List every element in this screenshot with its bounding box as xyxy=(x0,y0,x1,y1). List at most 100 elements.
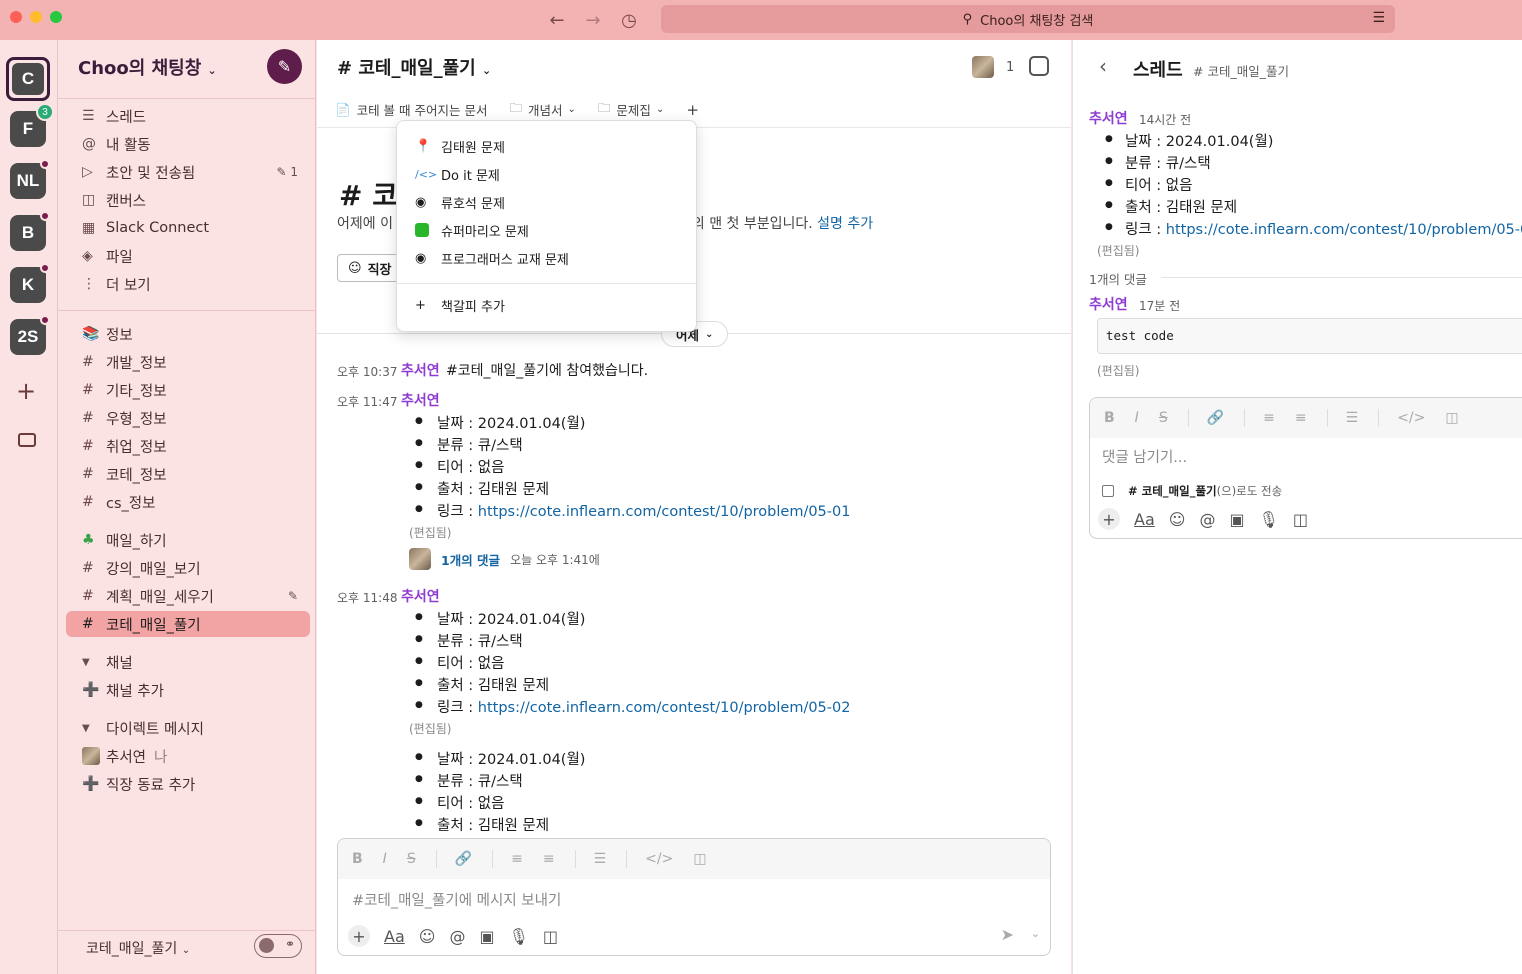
microphone-icon[interactable]: 🎙 xyxy=(509,927,529,946)
sidebar-item-dm-self[interactable]: 추서연 나 xyxy=(66,743,310,769)
strikethrough-icon[interactable]: S xyxy=(1159,410,1168,426)
thread-channel-link[interactable]: # 코테_매일_풀기 xyxy=(1193,61,1289,80)
sidebar-item-channel[interactable]: # 코테_정보 xyxy=(66,461,310,487)
sidebar-item-slack-connect[interactable]: ▦ Slack Connect xyxy=(66,215,310,241)
slash-command-icon[interactable]: ◫ xyxy=(1293,510,1308,529)
bold-icon[interactable]: B xyxy=(1104,410,1115,426)
bold-icon[interactable]: B xyxy=(352,851,363,867)
sidebar-item-channel[interactable]: ♣ 매일_하기 xyxy=(66,527,310,553)
close-window-button[interactable] xyxy=(10,11,22,23)
add-coworker-button[interactable]: ➕ 직장 동료 추가 xyxy=(66,771,310,797)
back-chevron-icon[interactable]: ‹ xyxy=(1099,54,1107,78)
code-block-icon[interactable]: ◫ xyxy=(693,851,706,867)
workspace-nl[interactable]: NL xyxy=(10,159,50,199)
maximize-window-button[interactable] xyxy=(50,11,62,23)
sidebar-item-channel[interactable]: # 우형_정보 xyxy=(66,405,310,431)
bookmark-folder-concepts[interactable]: 🗀 개념서 ⌄ xyxy=(509,99,575,120)
message-timestamp[interactable]: 14시간 전 xyxy=(1139,111,1191,128)
blockquote-icon[interactable]: ☰ xyxy=(1346,410,1359,426)
dropdown-item[interactable]: ◉ 프로그래머스 교재 문제 xyxy=(415,247,569,269)
search-bar[interactable]: ⚲ Choo의 채팅창 검색 ☰ xyxy=(661,5,1395,33)
workspace-f[interactable]: F 3 xyxy=(10,103,54,147)
ordered-list-icon[interactable]: ≡ xyxy=(511,851,523,867)
video-icon[interactable]: ▣ xyxy=(479,927,494,946)
workspace-c[interactable]: C xyxy=(6,57,50,101)
sidebar-item-more[interactable]: ⋮ 더 보기 xyxy=(66,271,310,297)
blockquote-icon[interactable]: ☰ xyxy=(594,851,607,867)
link-icon[interactable]: 🔗 xyxy=(1207,410,1224,426)
problem-link[interactable]: https://cote.inflearn.com/contest/10/pro… xyxy=(1166,222,1522,238)
toggle-sidebar-icon[interactable] xyxy=(18,433,36,447)
dropdown-item[interactable]: /<> Do it 문제 xyxy=(415,163,500,185)
add-coworker-intro-button[interactable]: ☺ 직장 xyxy=(337,254,403,282)
strikethrough-icon[interactable]: S xyxy=(407,851,416,867)
members-button[interactable]: 1 xyxy=(972,56,1014,78)
sidebar-item-channel[interactable]: # 계획_매일_세우기 ✎ xyxy=(66,583,310,609)
text-format-icon[interactable]: Aa xyxy=(384,927,405,946)
reply-count[interactable]: 1개의 댓글 xyxy=(441,550,500,569)
link-icon[interactable]: 🔗 xyxy=(455,851,472,867)
message-timestamp[interactable]: 17분 전 xyxy=(1139,297,1180,314)
channel-title-menu[interactable]: # 코테_매일_풀기 ⌄ xyxy=(337,54,491,80)
message-timestamp[interactable]: 오후 11:47 xyxy=(337,393,397,410)
sidebar-item-channel[interactable]: # 취업_정보 xyxy=(66,433,310,459)
dropdown-item[interactable]: 슈퍼마리오 문제 xyxy=(415,219,529,241)
section-direct-messages[interactable]: ▼ 다이렉트 메시지 xyxy=(66,715,310,741)
message-author[interactable]: 추서연 xyxy=(1089,294,1128,314)
sidebar-item-channel[interactable]: # 개발_정보 xyxy=(66,349,310,375)
workspace-name-menu[interactable]: Choo의 채팅창 ⌄ xyxy=(78,54,217,80)
workspace-2s[interactable]: 2S xyxy=(10,315,50,355)
video-icon[interactable]: ▣ xyxy=(1229,510,1244,529)
mention-icon[interactable]: @ xyxy=(449,927,465,946)
italic-icon[interactable]: I xyxy=(1135,410,1139,426)
problem-link[interactable]: https://cote.inflearn.com/contest/10/pro… xyxy=(478,700,851,716)
also-send-to-channel[interactable]: # 코테_매일_풀기 (으)로도 전송 xyxy=(1102,483,1282,499)
sidebar-item-channel[interactable]: # 기타_정보 xyxy=(66,377,310,403)
huddle-toggle[interactable]: ⚭ xyxy=(254,934,302,958)
bulleted-list-icon[interactable]: ≡ xyxy=(1295,410,1307,426)
sidebar-item-channel[interactable]: # 강의_매일_보기 xyxy=(66,555,310,581)
sidebar-item-channel-info[interactable]: 📚 정보 xyxy=(66,321,310,347)
send-options-chevron-icon[interactable]: ⌄ xyxy=(1031,927,1040,940)
add-bookmark-item[interactable]: + 책갈피 추가 xyxy=(415,294,505,316)
history-clock-icon[interactable]: ◷ xyxy=(617,8,641,32)
ordered-list-icon[interactable]: ≡ xyxy=(1263,410,1275,426)
sidebar-item-canvas[interactable]: ◫ 캔버스 xyxy=(66,187,310,213)
back-arrow-icon[interactable]: ← xyxy=(545,8,569,32)
sidebar-item-drafts[interactable]: ▷ 초안 및 전송됨 ✎ 1 xyxy=(66,159,310,185)
add-workspace-icon[interactable]: + xyxy=(16,377,36,405)
send-icon[interactable]: ➤ xyxy=(1001,925,1014,944)
add-bookmark-button[interactable]: + xyxy=(686,101,699,119)
bookmark-folder-problems[interactable]: 🗀 문제집 ⌄ xyxy=(598,99,664,120)
sidebar-item-channel-active[interactable]: # 코테_매일_풀기 xyxy=(66,611,310,637)
sidebar-item-activity[interactable]: @ 내 활동 xyxy=(66,131,310,157)
dropdown-item[interactable]: ◉ 류호석 문제 xyxy=(415,191,505,213)
forward-arrow-icon[interactable]: → xyxy=(581,8,605,32)
add-description-link[interactable]: 설명 추가 xyxy=(817,216,873,232)
workspace-b[interactable]: B xyxy=(10,211,50,251)
italic-icon[interactable]: I xyxy=(383,851,387,867)
slash-command-icon[interactable]: ◫ xyxy=(543,927,558,946)
message-author[interactable]: 추서연 xyxy=(401,390,440,410)
code-icon[interactable]: </> xyxy=(1397,410,1425,426)
minimize-window-button[interactable] xyxy=(30,11,42,23)
section-channels[interactable]: ▼ 채널 xyxy=(66,649,310,675)
mention-icon[interactable]: @ xyxy=(1199,510,1215,529)
new-message-button[interactable]: ✎ xyxy=(267,49,302,84)
problem-link[interactable]: https://cote.inflearn.com/contest/10/pro… xyxy=(478,504,851,520)
attach-plus-icon[interactable]: + xyxy=(1098,508,1120,530)
code-icon[interactable]: </> xyxy=(645,851,673,867)
emoji-icon[interactable]: ☺ xyxy=(419,927,436,946)
attach-plus-icon[interactable]: + xyxy=(348,925,370,947)
message-author[interactable]: 추서연 xyxy=(401,586,440,606)
message-input[interactable]: #코테_매일_풀기에 메시지 보내기 xyxy=(352,889,561,910)
reply-input[interactable]: 댓글 남기기... xyxy=(1102,446,1187,467)
message-timestamp[interactable]: 오후 10:37 xyxy=(337,363,397,380)
thread-replies-bar[interactable]: 1개의 댓글 오늘 오후 1:41에 xyxy=(409,548,600,570)
emoji-icon[interactable]: ☺ xyxy=(1169,510,1186,529)
dropdown-item[interactable]: 📍 김태원 문제 xyxy=(415,135,505,157)
canvas-icon[interactable] xyxy=(1029,56,1049,76)
message-author[interactable]: 추서연 xyxy=(1089,108,1128,128)
add-channel-button[interactable]: ➕ 채널 추가 xyxy=(66,677,310,703)
message-author[interactable]: 추서연 xyxy=(401,360,440,380)
